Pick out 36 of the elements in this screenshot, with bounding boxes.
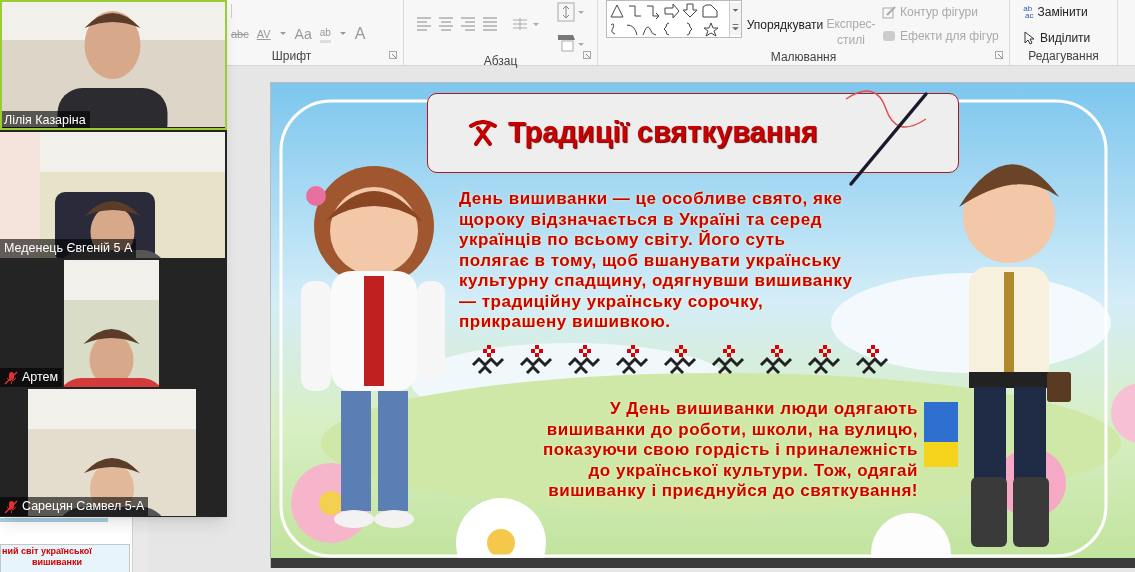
strikethrough-button[interactable]: abc bbox=[231, 25, 249, 43]
text-direction-icon[interactable] bbox=[557, 2, 585, 22]
font-color-button[interactable]: A bbox=[354, 22, 366, 46]
arrange-button[interactable]: Упорядкувати bbox=[746, 2, 824, 34]
dialog-launcher-icon[interactable] bbox=[389, 51, 397, 59]
dropdown-caret-icon[interactable] bbox=[278, 30, 287, 38]
participant-name: Сарецян Самвел 5-А bbox=[22, 498, 145, 516]
highlight-color-button[interactable]: ab bbox=[319, 25, 331, 43]
align-center-icon[interactable] bbox=[438, 16, 454, 32]
select-button[interactable]: Виділити bbox=[1022, 29, 1091, 47]
slide-thumbnail[interactable]: ний світ української вишиванки bbox=[0, 544, 130, 572]
replace-icon: ab ac bbox=[1022, 5, 1034, 19]
justify-icon[interactable] bbox=[482, 16, 498, 32]
participant-name: Артем bbox=[22, 369, 59, 387]
participant-name: Лілія Казаріна bbox=[4, 112, 86, 130]
thumbnail-text: вишиванки bbox=[31, 557, 83, 568]
group-label: Малювання bbox=[770, 49, 837, 66]
dropdown-caret-icon[interactable] bbox=[338, 30, 347, 38]
align-text-icon[interactable] bbox=[557, 32, 585, 52]
change-case-button[interactable]: Aa bbox=[294, 23, 312, 45]
cursor-icon bbox=[1022, 31, 1036, 45]
dialog-launcher-icon[interactable] bbox=[995, 51, 1003, 59]
slide-thumbnail[interactable] bbox=[0, 518, 108, 522]
align-right-icon[interactable] bbox=[460, 16, 476, 32]
gallery-scroll-icon[interactable] bbox=[729, 1, 741, 37]
participant-name: Меденець Євгеній 5 А bbox=[4, 240, 133, 258]
align-left-icon[interactable] bbox=[416, 16, 432, 32]
thumbnail-text: ний світ української bbox=[2, 546, 93, 557]
character-spacing-button[interactable]: AV bbox=[256, 25, 271, 43]
effects-icon bbox=[882, 29, 896, 43]
group-label: Шрифт bbox=[271, 48, 312, 65]
dialog-launcher-icon[interactable] bbox=[583, 51, 591, 59]
columns-icon[interactable] bbox=[512, 16, 540, 32]
group-label: Редагування bbox=[1028, 48, 1099, 65]
group-label: Абзац bbox=[483, 53, 518, 70]
pencil-icon bbox=[882, 5, 896, 19]
